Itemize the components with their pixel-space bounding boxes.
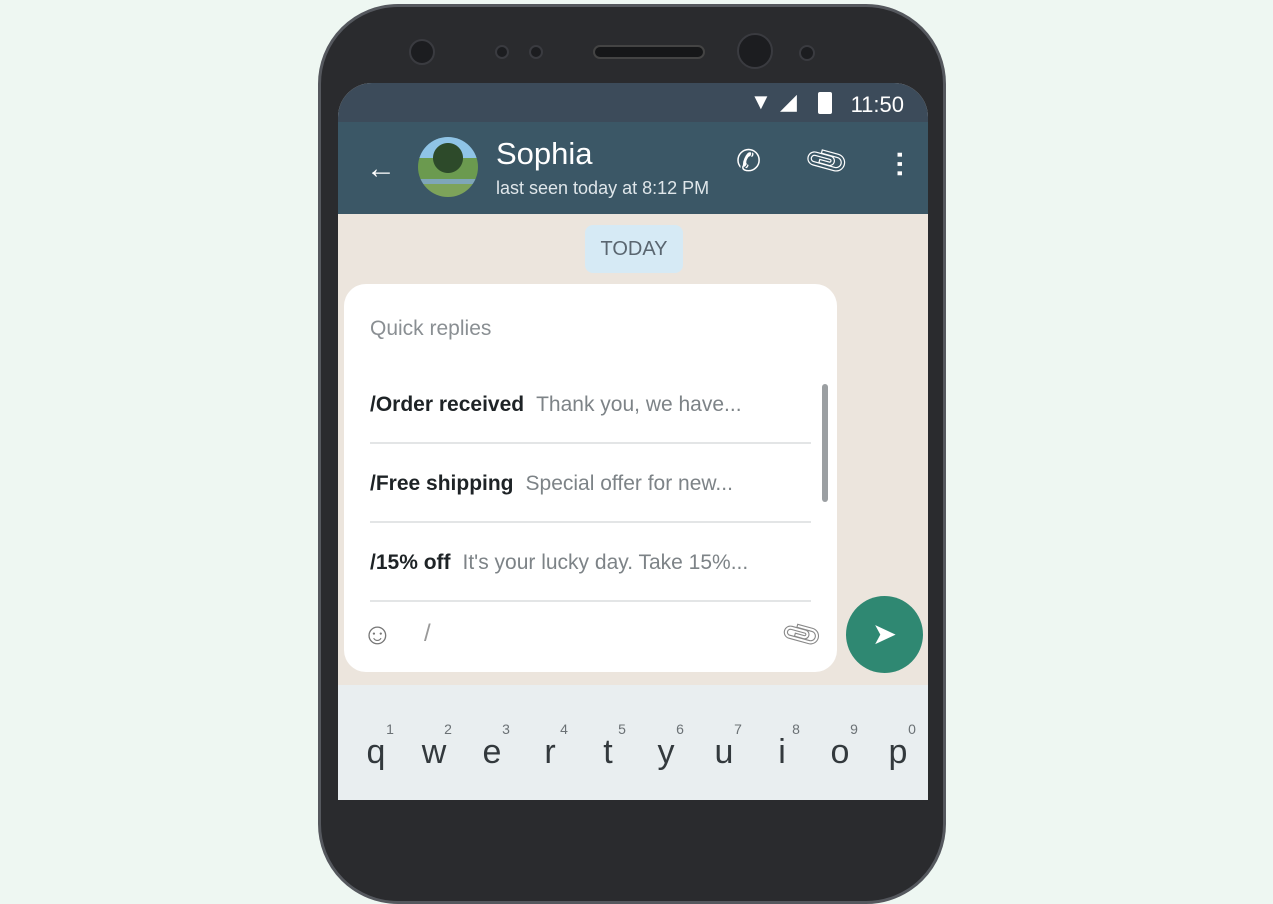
key-letter: y — [657, 733, 675, 771]
key-y[interactable]: 6y — [637, 721, 695, 772]
message-input[interactable]: / — [424, 620, 431, 648]
key-letter: p — [888, 733, 908, 771]
key-letter: o — [830, 733, 850, 771]
wifi-icon: ▼ — [750, 89, 772, 114]
key-r[interactable]: 4r — [521, 721, 579, 772]
quick-replies-title: Quick replies — [370, 317, 492, 340]
key-letter: i — [778, 733, 786, 771]
keyboard: 1q2w3e4r5t6y7u8i9o0p — [338, 685, 928, 800]
status-bar: ▼ ◢ 11:50 — [338, 83, 928, 122]
send-button[interactable]: ➤ — [846, 596, 923, 673]
signal-icon: ◢ — [780, 89, 797, 114]
key-p[interactable]: 0p — [869, 721, 927, 772]
quick-reply-shortcut: /15% off — [370, 551, 451, 574]
quick-reply-shortcut: /Order received — [370, 393, 525, 416]
key-letter: t — [603, 733, 613, 771]
sensor-icon — [799, 45, 815, 61]
quick-reply-item[interactable]: /Free shipping Special offer for new... — [370, 444, 811, 523]
key-u[interactable]: 7u — [695, 721, 753, 772]
chat-header: ← Sophia last seen today at 8:12 PM ✆ 📎︎… — [338, 122, 928, 214]
key-t[interactable]: 5t — [579, 721, 637, 772]
back-arrow-icon[interactable]: ← — [366, 152, 396, 186]
key-w[interactable]: 2w — [405, 721, 463, 772]
scrollbar[interactable] — [822, 384, 828, 502]
battery-icon — [818, 92, 832, 114]
sensor-icon — [495, 45, 509, 59]
key-letter: u — [714, 733, 734, 771]
phone-call-icon[interactable]: ✆ — [736, 144, 761, 179]
sensor-icon — [409, 39, 435, 65]
quick-reply-preview: Special offer for new... — [525, 472, 733, 495]
quick-reply-item[interactable]: /Order received Thank you, we have... — [370, 365, 811, 444]
screen: ▼ ◢ 11:50 ← Sophia last seen today at 8:… — [338, 83, 928, 800]
key-letter: e — [482, 733, 502, 771]
key-letter: w — [421, 733, 447, 771]
date-chip: TODAY — [585, 225, 683, 273]
send-icon: ➤ — [871, 618, 898, 651]
contact-name[interactable]: Sophia — [496, 136, 593, 172]
sensor-icon — [529, 45, 543, 59]
key-o[interactable]: 9o — [811, 721, 869, 772]
emoji-icon[interactable]: ☺ — [362, 618, 393, 652]
last-seen: last seen today at 8:12 PM — [496, 178, 710, 198]
key-e[interactable]: 3e — [463, 721, 521, 772]
quick-reply-preview: Thank you, we have... — [536, 393, 742, 416]
avatar[interactable] — [418, 137, 478, 197]
clock: 11:50 — [850, 92, 904, 117]
attach-icon[interactable]: 📎︎ — [778, 611, 825, 657]
quick-reply-preview: It's your lucky day. Take 15%... — [462, 551, 749, 574]
paperclip-icon[interactable]: 📎︎ — [802, 137, 852, 186]
quick-reply-item[interactable]: /15% off It's your lucky day. Take 15%... — [370, 523, 811, 602]
key-i[interactable]: 8i — [753, 721, 811, 772]
key-q[interactable]: 1q — [347, 721, 405, 772]
earpiece — [593, 45, 705, 59]
key-letter: r — [544, 733, 556, 771]
key-letter: q — [366, 733, 386, 771]
more-options-icon[interactable]: ⋯ — [885, 150, 916, 178]
front-camera-icon — [737, 33, 773, 69]
composer-card: Quick replies /Order received Thank you, … — [344, 284, 837, 672]
quick-reply-shortcut: /Free shipping — [370, 472, 514, 495]
